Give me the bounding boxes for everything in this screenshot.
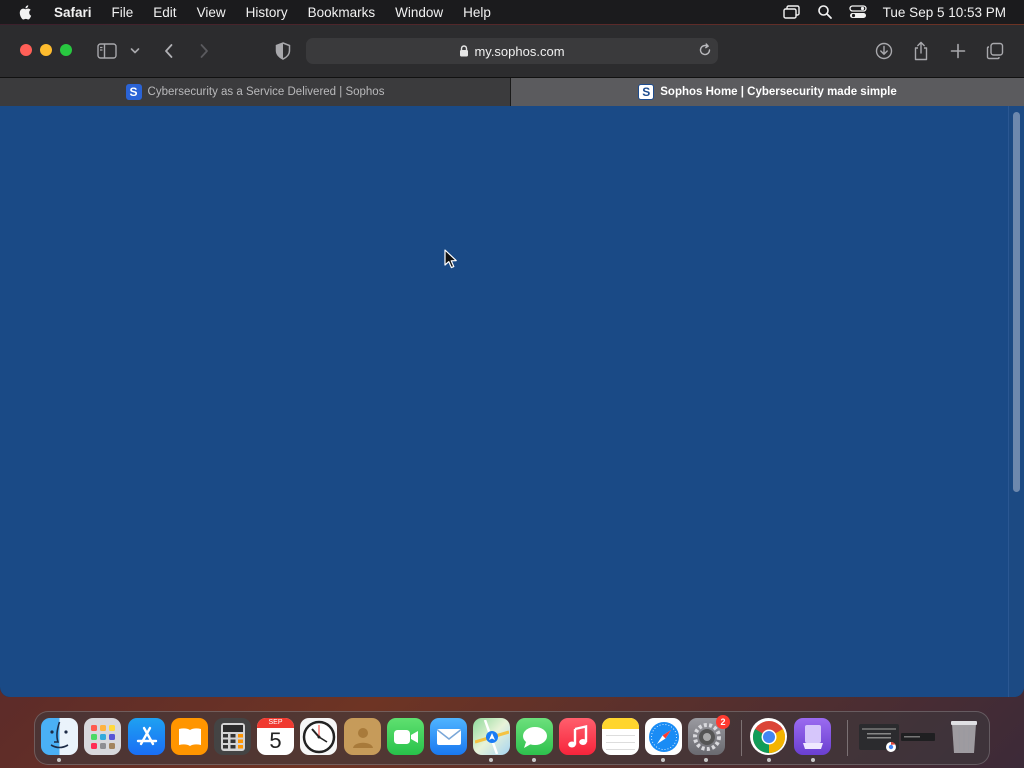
calendar-month: SEP [257, 718, 294, 728]
browser-toolbar: my.sophos.com [0, 25, 1024, 77]
trash-icon[interactable] [945, 718, 982, 755]
calendar-day: 5 [269, 728, 282, 753]
scrollbar-thumb[interactable] [1013, 112, 1020, 492]
launchpad-icon[interactable] [84, 718, 121, 755]
sophos-favicon-icon: S [638, 84, 655, 100]
dock: SEP 5 2 [34, 711, 990, 765]
running-indicator [811, 758, 815, 762]
menu-help[interactable]: Help [463, 5, 491, 20]
spotlight-search-icon[interactable] [817, 4, 833, 20]
control-center-icon[interactable] [849, 5, 867, 19]
mouse-cursor-icon [444, 249, 457, 269]
sophos-favicon-icon: S [125, 84, 142, 100]
clock-icon[interactable] [300, 718, 337, 755]
tab-overview-icon[interactable] [983, 39, 1007, 63]
screen-mirroring-icon[interactable] [782, 5, 801, 19]
contacts-icon[interactable] [344, 718, 381, 755]
dock-separator [741, 720, 742, 756]
mail-icon[interactable] [430, 718, 467, 755]
music-icon[interactable] [559, 718, 596, 755]
tab-cybersecurity-service[interactable]: S Cybersecurity as a Service Delivered |… [0, 78, 511, 106]
running-indicator [532, 758, 536, 762]
messages-icon[interactable] [516, 718, 553, 755]
settings-notification-badge: 2 [716, 715, 730, 729]
minimize-window-button[interactable] [40, 44, 52, 56]
running-indicator [704, 758, 708, 762]
tab-title: Cybersecurity as a Service Delivered | S… [147, 86, 385, 98]
chevron-down-icon[interactable] [124, 39, 146, 63]
running-indicator [661, 758, 665, 762]
menu-clock[interactable]: Tue Sep 5 10:53 PM [883, 5, 1006, 20]
tab-sophos-home[interactable]: S Sophos Home | Cybersecurity made simpl… [511, 78, 1024, 106]
scrollbar[interactable] [1008, 106, 1024, 697]
running-indicator [57, 758, 61, 762]
menu-app-name[interactable]: Safari [54, 5, 92, 20]
menu-view[interactable]: View [197, 5, 226, 20]
menu-bookmarks[interactable]: Bookmarks [308, 5, 376, 20]
menu-history[interactable]: History [246, 5, 288, 20]
finder-icon[interactable] [41, 718, 78, 755]
menu-bar: Safari File Edit View History Bookmarks … [0, 0, 1024, 24]
address-bar[interactable]: my.sophos.com [306, 38, 718, 64]
running-indicator [489, 758, 493, 762]
minimized-window-thumbnail[interactable] [857, 718, 937, 755]
safari-icon[interactable] [645, 718, 682, 755]
browser-window: my.sophos.com S Cybersecurity as a Servi… [0, 25, 1024, 697]
lock-icon [459, 45, 469, 57]
downloads-icon[interactable] [872, 39, 896, 63]
menu-file[interactable]: File [112, 5, 134, 20]
simulator-icon[interactable] [794, 718, 831, 755]
privacy-shield-icon[interactable] [271, 39, 295, 63]
sidebar-toggle-icon[interactable] [95, 39, 119, 63]
menu-window[interactable]: Window [395, 5, 443, 20]
tab-title: Sophos Home | Cybersecurity made simple [660, 86, 897, 98]
notes-icon[interactable] [602, 718, 639, 755]
back-icon[interactable] [157, 39, 181, 63]
maps-icon[interactable] [473, 718, 510, 755]
dock-separator [847, 720, 848, 756]
new-tab-icon[interactable] [946, 39, 970, 63]
zoom-window-button[interactable] [60, 44, 72, 56]
books-icon[interactable] [171, 718, 208, 755]
page-content[interactable] [0, 106, 1024, 697]
share-icon[interactable] [909, 39, 933, 63]
tab-bar: S Cybersecurity as a Service Delivered |… [0, 77, 1024, 107]
url-text: my.sophos.com [474, 43, 565, 59]
apple-logo-icon[interactable] [18, 4, 34, 20]
reload-icon[interactable] [698, 43, 712, 57]
menu-edit[interactable]: Edit [153, 5, 176, 20]
app-store-icon[interactable] [128, 718, 165, 755]
calendar-icon[interactable]: SEP 5 [257, 718, 294, 755]
calculator-icon[interactable] [214, 718, 251, 755]
facetime-icon[interactable] [387, 718, 424, 755]
running-indicator [767, 758, 771, 762]
forward-icon[interactable] [192, 39, 216, 63]
google-chrome-icon[interactable] [750, 718, 787, 755]
close-window-button[interactable] [20, 44, 32, 56]
